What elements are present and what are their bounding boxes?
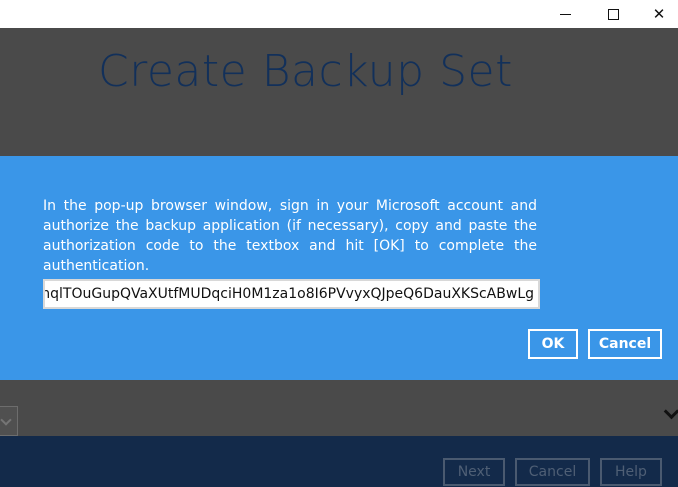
authorization-code-value: ıQmqlTOuGupQVaXUtfMUDqciH0M1za1o8I6PVvyx…	[43, 286, 534, 302]
minimize-button[interactable]	[542, 0, 588, 28]
chevron-down-icon	[0, 413, 12, 426]
dialog-message: In the pop-up browser window, sign in yo…	[43, 198, 537, 274]
page-body-area	[0, 380, 678, 436]
dropdown-toggle[interactable]	[0, 406, 18, 436]
dialog-cancel-button[interactable]: Cancel	[588, 329, 662, 359]
help-button[interactable]: Help	[600, 458, 662, 486]
minimize-icon	[559, 13, 571, 15]
ok-button[interactable]: OK	[528, 329, 578, 359]
authorization-code-input[interactable]: ıQmqlTOuGupQVaXUtfMUDqciH0M1za1o8I6PVvyx…	[43, 279, 540, 309]
close-icon: ✕	[652, 5, 666, 23]
next-button[interactable]: Next	[443, 458, 505, 486]
title-bar: ✕	[0, 0, 678, 28]
close-button[interactable]: ✕	[636, 0, 678, 28]
page-title: Create Backup Set	[98, 46, 513, 97]
maximize-icon	[607, 8, 619, 20]
maximize-button[interactable]	[590, 0, 636, 28]
footer-cancel-button[interactable]: Cancel	[515, 458, 590, 486]
